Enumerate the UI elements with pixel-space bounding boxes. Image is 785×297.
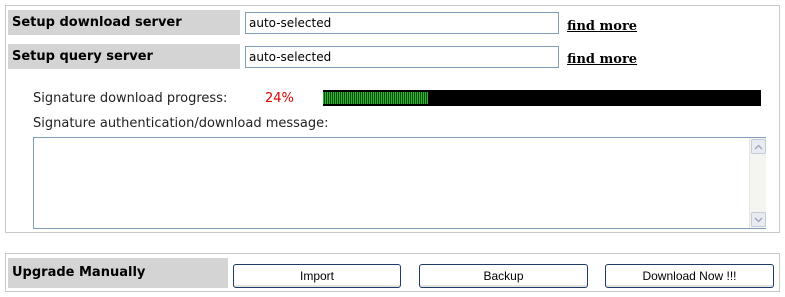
query-server-input[interactable] xyxy=(245,46,559,68)
message-label: Signature authentication/download messag… xyxy=(33,116,329,131)
import-button[interactable]: Import xyxy=(233,264,401,288)
progress-label: Signature download progress: xyxy=(33,91,228,106)
chevron-down-icon[interactable] xyxy=(751,212,766,227)
query-server-label: Setup query server xyxy=(8,44,240,69)
signature-settings-page: Setup download server find more Setup qu… xyxy=(0,0,785,297)
progress-bar-fill xyxy=(323,92,428,104)
upgrade-manually-label: Upgrade Manually xyxy=(8,258,228,288)
progress-percent: 24% xyxy=(265,91,294,106)
message-scrollbar[interactable] xyxy=(749,138,766,228)
download-now-button[interactable]: Download Now !!! xyxy=(605,264,774,288)
message-textarea[interactable] xyxy=(33,137,766,229)
progress-bar xyxy=(323,90,761,106)
query-server-find-more-link[interactable]: find more xyxy=(567,52,637,67)
download-server-label: Setup download server xyxy=(8,10,240,35)
backup-button[interactable]: Backup xyxy=(419,264,588,288)
download-server-find-more-link[interactable]: find more xyxy=(567,19,637,34)
download-server-input[interactable] xyxy=(245,12,559,34)
chevron-up-icon[interactable] xyxy=(751,139,766,154)
